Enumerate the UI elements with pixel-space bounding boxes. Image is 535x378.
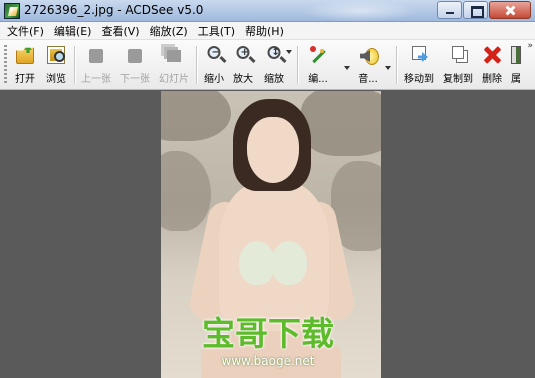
audio-label: 音...	[358, 74, 378, 85]
toolbar-separator	[74, 46, 75, 84]
edit-dropdown-arrow[interactable]	[344, 66, 350, 70]
slideshow-button[interactable]: 幻灯片	[156, 44, 192, 86]
menu-edit[interactable]: 编辑(E)	[54, 23, 92, 39]
zoom-label: 缩放	[264, 74, 284, 85]
magic-wand-icon	[308, 46, 328, 66]
toolbar-separator	[196, 46, 197, 84]
next-image-button[interactable]: 下一张	[116, 44, 154, 86]
toolbar-separator	[396, 46, 397, 84]
prev-image-icon	[89, 49, 103, 63]
menu-zoom[interactable]: 缩放(Z)	[150, 23, 188, 39]
title-bar: 2726396_2.jpg - ACDSee v5.0	[0, 0, 535, 22]
menu-help[interactable]: 帮助(H)	[245, 23, 284, 39]
zoom-out-label: 缩小	[204, 74, 224, 85]
edit-label: 编...	[308, 74, 328, 85]
zoom-in-button[interactable]: + 放大	[229, 44, 257, 86]
toolbar-overflow-chevron-icon[interactable]: »	[527, 41, 533, 51]
open-label: 打开	[15, 74, 35, 85]
menu-file[interactable]: 文件(F)	[7, 23, 44, 39]
properties-button[interactable]: 属	[507, 44, 525, 86]
next-image-icon	[128, 49, 142, 63]
delete-x-icon	[483, 46, 501, 64]
close-button[interactable]	[489, 1, 531, 19]
acdsee-app-icon[interactable]	[4, 3, 20, 19]
move-to-button[interactable]: 移动到	[401, 44, 437, 86]
zoom-dropdown-arrow[interactable]	[286, 50, 292, 54]
photo-swimsuit	[239, 241, 275, 285]
prev-image-button[interactable]: 上一张	[78, 44, 114, 86]
edit-button[interactable]: 编...	[303, 44, 333, 86]
zoom-out-icon: −	[207, 46, 221, 59]
next-image-label: 下一张	[120, 74, 150, 85]
watermark-text: 宝哥下载	[202, 314, 334, 353]
photo-swimsuit	[271, 241, 307, 285]
copy-to-icon	[452, 46, 464, 59]
open-folder-icon	[16, 47, 34, 64]
maximize-button[interactable]	[463, 1, 488, 19]
copy-to-label: 复制到	[443, 74, 473, 85]
title-glow-decoration	[300, 0, 420, 22]
copy-to-button[interactable]: 复制到	[439, 44, 477, 86]
zoom-button[interactable]: ↕ 缩放	[259, 44, 289, 86]
zoom-in-label: 放大	[233, 74, 253, 85]
minimize-button[interactable]	[437, 1, 462, 19]
browse-icon	[47, 46, 65, 64]
zoom-in-icon: +	[236, 46, 250, 59]
watermark-url: www.baoge.net	[221, 354, 315, 368]
prev-image-label: 上一张	[81, 74, 111, 85]
toolbar: 打开 浏览 上一张 下一张 幻灯片 − 缩小 + 放大 ↕ 缩放 编... 音.…	[0, 40, 535, 90]
image-viewer[interactable]: 宝哥下载 www.baoge.net	[0, 91, 535, 378]
background-rock	[161, 91, 231, 141]
slideshow-label: 幻灯片	[159, 74, 189, 85]
menu-tools[interactable]: 工具(T)	[198, 23, 235, 39]
menu-view[interactable]: 查看(V)	[101, 23, 139, 39]
browse-label: 浏览	[46, 74, 66, 85]
properties-icon	[511, 46, 521, 64]
delete-label: 删除	[482, 74, 502, 85]
zoom-out-button[interactable]: − 缩小	[200, 44, 228, 86]
delete-button[interactable]: 删除	[479, 44, 505, 86]
toolbar-grip[interactable]	[4, 45, 7, 85]
open-button[interactable]: 打开	[11, 44, 39, 86]
window-controls	[436, 1, 531, 19]
background-rock	[161, 151, 211, 231]
move-to-icon	[412, 46, 426, 60]
photo-face	[247, 117, 299, 183]
slideshow-icon	[167, 50, 181, 62]
speaker-icon	[358, 46, 379, 66]
zoom-icon: ↕	[267, 46, 281, 59]
background-rock	[301, 91, 381, 156]
move-to-label: 移动到	[404, 74, 434, 85]
toolbar-separator	[297, 46, 298, 84]
watermark: 宝哥下载 www.baoge.net	[192, 316, 344, 372]
browse-button[interactable]: 浏览	[41, 44, 71, 86]
window-title: 2726396_2.jpg - ACDSee v5.0	[24, 3, 204, 17]
audio-dropdown-arrow[interactable]	[385, 66, 391, 70]
audio-button[interactable]: 音...	[354, 44, 382, 86]
properties-label: 属	[511, 74, 521, 85]
menu-bar: 文件(F) 编辑(E) 查看(V) 缩放(Z) 工具(T) 帮助(H)	[0, 22, 535, 40]
